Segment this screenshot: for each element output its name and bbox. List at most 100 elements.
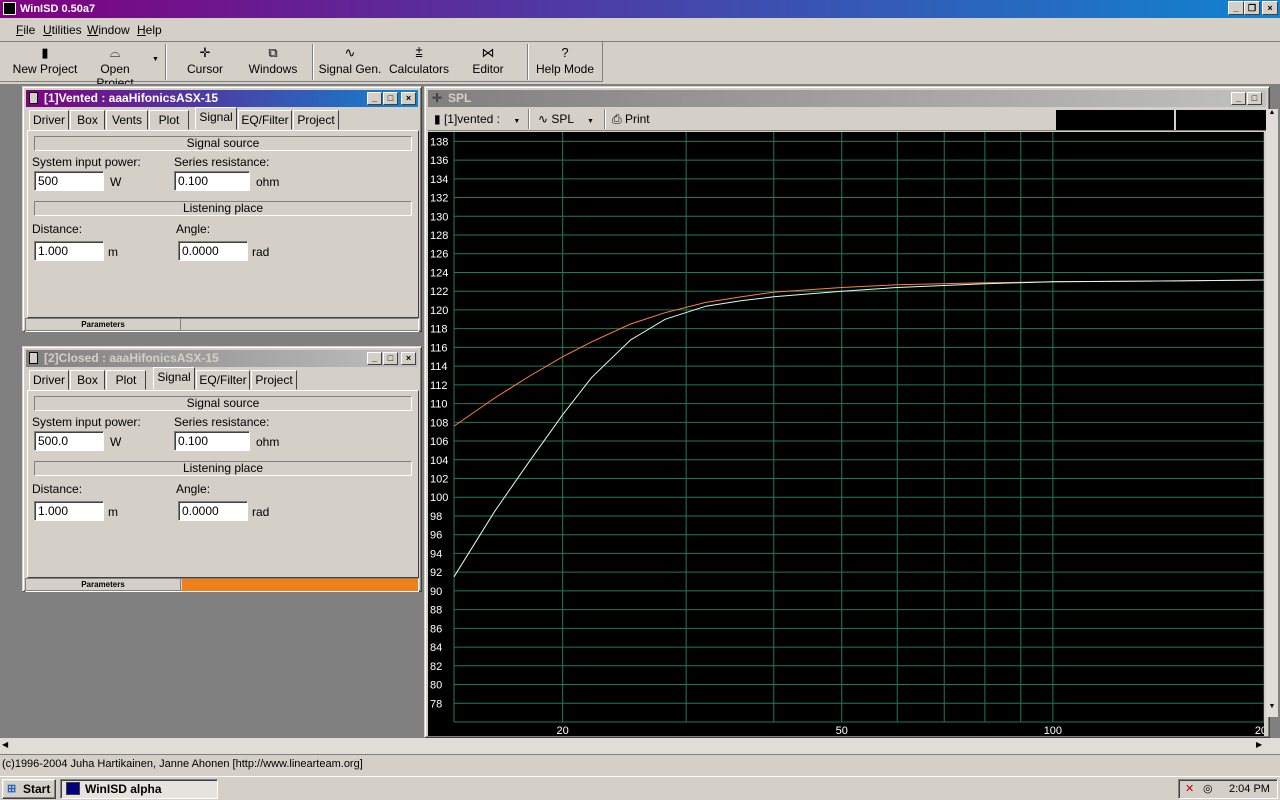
close-button[interactable]: × [401,92,416,105]
y-tick-label: 114 [430,361,448,373]
y-tick-label: 138 [430,136,448,148]
menu-help[interactable]: Help [137,23,162,37]
scroll-left-icon[interactable]: ◀ [2,740,8,749]
volume-icon[interactable]: ◎ [1203,780,1213,798]
spl-chart[interactable]: 78 80 82 84 86 88 90 92 94 96 98 100 102 104 106 108 110… [428,132,1264,736]
tab-driver[interactable]: Driver [29,370,69,390]
angle-unit-label: rad [252,245,270,259]
horizontal-scrollbar[interactable]: ◀ ▶ [0,738,1280,754]
minimize-button[interactable]: _ [1231,92,1246,105]
new-project-button[interactable]: ▮ New Project [10,44,80,80]
tab-box[interactable]: Box [70,370,105,390]
app-titlebar: WinISD 0.50a7 _ ❐ × [0,0,1280,18]
clock[interactable]: 2:04 PM [1229,780,1270,798]
menu-file[interactable]: File [16,23,35,37]
calculators-button[interactable]: ⩲ Calculators [386,44,452,80]
open-project-button[interactable]: ⌓ Open Project [80,44,150,90]
toolbar-separator [528,109,530,129]
cursor-button[interactable]: ✛ Cursor [175,44,235,80]
angle-field[interactable]: 0.0000 [178,501,248,521]
project-select[interactable]: ▮ [1]vented : ▼ [434,112,520,126]
minimize-button[interactable]: _ [367,92,382,105]
task-label: WinISD alpha [85,782,162,796]
editor-button[interactable]: ⋈ Editor [460,44,516,80]
app-title: WinISD 0.50a7 [20,3,96,15]
tab-signal[interactable]: Signal [153,367,195,390]
app-statusbar: (c)1996-2004 Juha Hartikainen, Janne Aho… [0,754,1280,774]
system-input-power-label: System input power: [32,415,141,429]
scroll-up-icon[interactable]: ▲ [1266,109,1278,121]
vertical-scrollbar[interactable]: ▲ ▼ [1266,109,1278,717]
windows-icon: ⧉ [268,45,278,60]
series-resistance-label: Series resistance: [174,155,270,169]
y-tick-label: 106 [430,436,448,448]
scroll-down-icon[interactable]: ▼ [1266,703,1278,715]
start-button[interactable]: ⊞ Start [2,779,56,799]
distance-field[interactable]: 1.000 [34,241,104,261]
winisd-task-icon [66,782,80,795]
y-tick-label: 98 [430,511,442,523]
network-icon[interactable]: ✕ [1185,780,1194,798]
taskbar: ⊞ Start WinISD alpha ✕ ◎ 2:04 PM [0,776,1280,800]
series-resistance-field[interactable]: 0.100 [174,171,250,191]
system-input-power-field[interactable]: 500 [34,171,104,191]
minimize-button[interactable]: _ [367,352,382,365]
system-input-power-field[interactable]: 500.0 [34,431,104,451]
windows-button[interactable]: ⧉ Windows [243,44,303,80]
help-mode-button[interactable]: ? Help Mode [533,44,597,80]
y-tick-label: 102 [430,474,448,486]
maximize-button[interactable]: □ [1247,92,1262,105]
app-icon [3,2,16,15]
spl-window-title: SPL [448,91,472,105]
tab-box[interactable]: Box [70,110,105,130]
project-window-closed[interactable]: [2]Closed : aaaHifonicsASX-15 _ □ × Driv… [22,346,422,592]
tab-plot[interactable]: Plot [106,370,146,390]
taskbar-task-winisd[interactable]: WinISD alpha [60,779,218,799]
project-window-vented[interactable]: [1]Vented : aaaHifonicsASX-15 _ □ × Driv… [22,86,422,332]
angle-field[interactable]: 0.0000 [178,241,248,261]
menu-utilities[interactable]: Utilities [43,23,82,37]
y-tick-label: 126 [430,249,448,261]
tab-plot[interactable]: Plot [149,110,189,130]
y-tick-label: 108 [430,417,448,429]
close-button[interactable]: × [1262,1,1278,15]
x-tick-label: 200 [1255,725,1264,736]
cursor-readout-2 [1176,110,1268,130]
tab-driver[interactable]: Driver [29,110,69,130]
tab-eq-filter[interactable]: EQ/Filter [196,370,250,390]
spl-graph-window[interactable]: ✛ SPL _ □ ▮ [1]vented : ▼ ∿ SPL ▼ ⎙ Prin… [424,86,1278,738]
open-project-dropdown-icon[interactable]: ▼ [152,56,159,63]
project-window-titlebar[interactable]: [2]Closed : aaaHifonicsASX-15 _ □ × [26,350,418,367]
maximize-button[interactable]: □ [383,352,398,365]
close-button[interactable]: × [401,352,416,365]
graph-select[interactable]: ∿ SPL ▼ [538,112,594,126]
y-tick-label: 92 [430,567,442,579]
minimize-button[interactable]: _ [1228,1,1244,15]
chart-background [428,132,1264,736]
project-window-titlebar[interactable]: [1]Vented : aaaHifonicsASX-15 _ □ × [26,90,418,107]
tab-vents[interactable]: Vents [106,110,148,130]
tab-project[interactable]: Project [251,370,297,390]
spl-toolbar: ▮ [1]vented : ▼ ∿ SPL ▼ ⎙ Print [428,109,1268,131]
menu-window[interactable]: Window [87,23,130,37]
new-project-icon: ▮ [41,45,49,60]
tab-project[interactable]: Project [293,110,339,130]
y-tick-label: 112 [430,380,448,392]
series-resistance-field[interactable]: 0.100 [174,431,250,451]
spl-window-titlebar[interactable]: ✛ SPL _ □ [428,90,1266,107]
listening-place-header: Listening place [34,461,412,476]
scroll-right-icon[interactable]: ▶ [1256,740,1262,749]
signal-gen-button[interactable]: ∿ Signal Gen. [318,44,382,80]
y-tick-label: 90 [430,586,442,598]
angle-unit-label: rad [252,505,270,519]
graph-select-value: SPL [551,112,574,126]
print-button[interactable]: ⎙ Print [612,112,650,127]
tab-eq-filter[interactable]: EQ/Filter [238,110,292,130]
crosshair-icon: ✛ [432,91,443,105]
maximize-button[interactable]: □ [383,92,398,105]
tab-signal[interactable]: Signal [195,107,237,130]
toolbar-separator [527,44,529,80]
distance-field[interactable]: 1.000 [34,501,104,521]
y-tick-label: 80 [430,680,442,692]
restore-button[interactable]: ❐ [1244,1,1260,15]
